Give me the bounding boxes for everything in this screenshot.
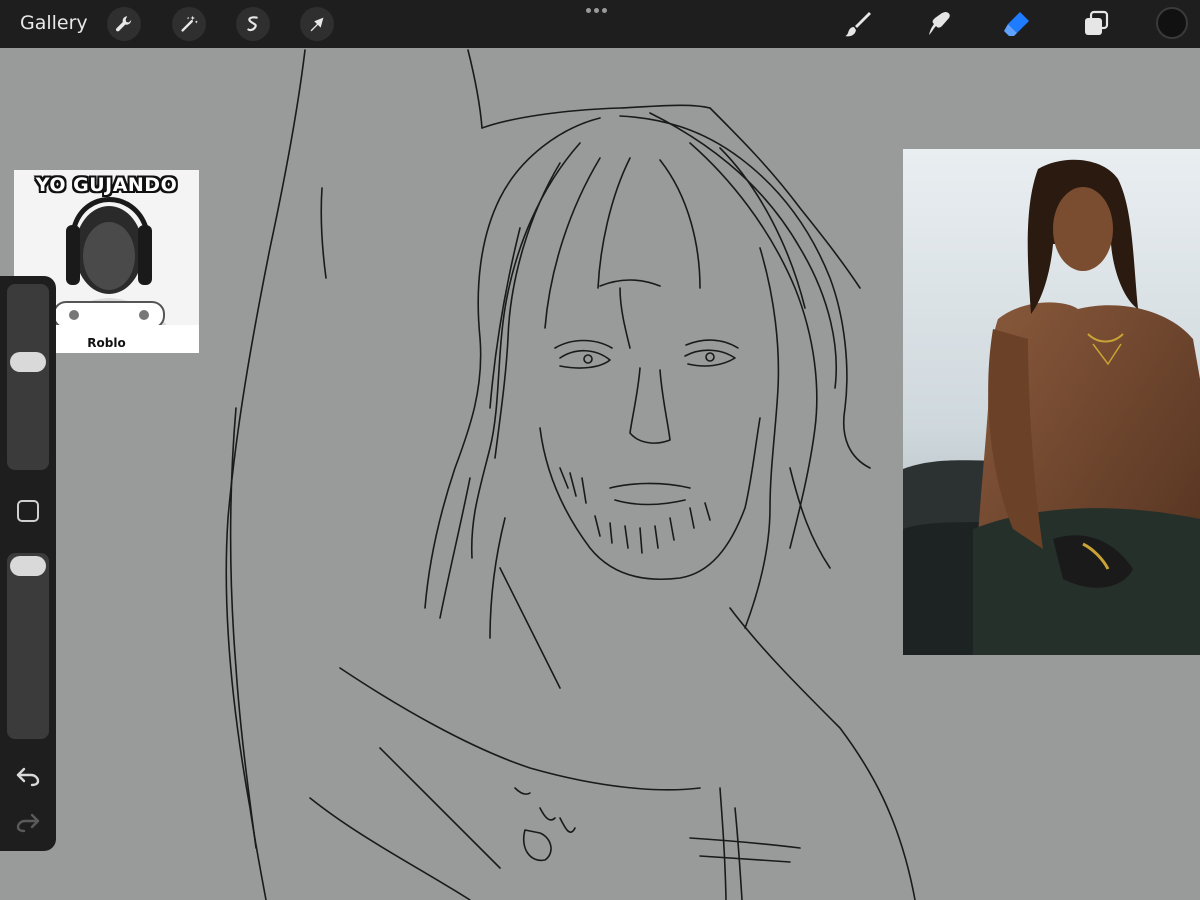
- color-picker-button[interactable]: [1156, 7, 1188, 39]
- magic-wand-icon: [181, 15, 198, 32]
- opacity-slider[interactable]: [7, 553, 49, 739]
- eraser-icon: [1004, 12, 1029, 36]
- layers-button[interactable]: [1080, 8, 1112, 40]
- reference-photo[interactable]: [903, 149, 1200, 655]
- brush-sidebar: [0, 276, 56, 851]
- layers-icon: [1085, 10, 1109, 35]
- opacity-handle[interactable]: [10, 556, 46, 576]
- meme-title: YO GUJANDO: [35, 174, 178, 196]
- more-options-button[interactable]: [586, 8, 607, 13]
- gallery-button[interactable]: Gallery: [20, 12, 88, 34]
- dot-icon: [594, 8, 599, 13]
- smudge-tool-button[interactable]: [924, 8, 956, 40]
- dot-icon: [602, 8, 607, 13]
- actions-button[interactable]: [107, 7, 141, 41]
- redo-button[interactable]: [14, 810, 42, 834]
- redo-icon: [16, 813, 40, 833]
- selection-icon: [247, 16, 258, 32]
- dot-icon: [586, 8, 591, 13]
- arrow-icon: [310, 17, 324, 32]
- adjustments-button[interactable]: [172, 7, 206, 41]
- meme-caption: Roblo: [87, 336, 126, 350]
- drawing-canvas[interactable]: YO GUJANDO Roblo: [0, 48, 1200, 900]
- brush-tool-button[interactable]: [842, 8, 874, 40]
- selection-button[interactable]: [236, 7, 270, 41]
- brush-icon: [845, 12, 871, 37]
- reference-photo-image: [903, 149, 1200, 655]
- brush-size-handle[interactable]: [10, 352, 46, 372]
- wrench-icon: [115, 16, 132, 32]
- undo-icon: [16, 767, 40, 787]
- top-toolbar: Gallery: [0, 0, 1200, 48]
- smudge-icon: [929, 12, 950, 35]
- undo-button[interactable]: [14, 764, 42, 788]
- modify-button[interactable]: [17, 500, 39, 522]
- brush-size-slider[interactable]: [7, 284, 49, 470]
- eraser-tool-button[interactable]: [1000, 8, 1032, 40]
- transform-button[interactable]: [300, 7, 334, 41]
